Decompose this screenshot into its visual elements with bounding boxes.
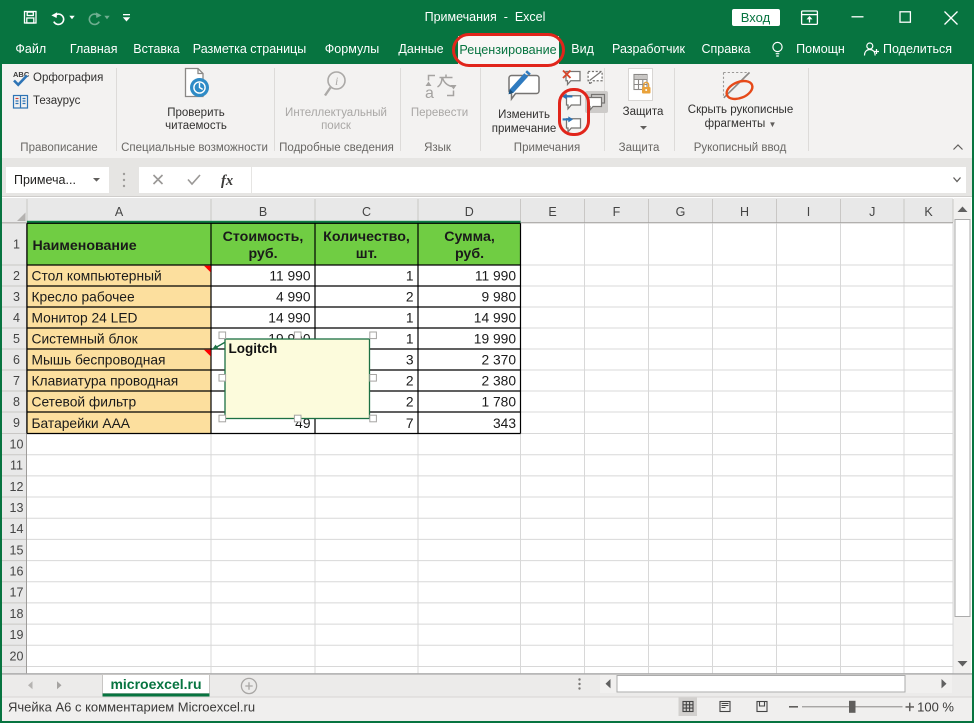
svg-text:20: 20 (10, 649, 24, 663)
svg-text:11 990: 11 990 (475, 269, 517, 284)
svg-text:i: i (335, 74, 338, 88)
svg-text:14 990: 14 990 (268, 311, 311, 326)
svg-text:руб.: руб. (455, 246, 484, 262)
svg-text:100 %: 100 % (917, 700, 954, 715)
svg-text:17: 17 (10, 586, 24, 600)
svg-text:13: 13 (10, 501, 24, 515)
svg-text:1: 1 (406, 311, 414, 326)
svg-text:14: 14 (10, 522, 24, 536)
svg-text:1: 1 (406, 269, 414, 284)
svg-text:A: A (115, 205, 124, 219)
svg-text:2: 2 (406, 290, 414, 305)
svg-text:F: F (613, 205, 621, 219)
svg-text:9 980: 9 980 (481, 290, 516, 305)
svg-text:15: 15 (10, 543, 24, 557)
svg-text:19: 19 (10, 628, 24, 642)
svg-text:H: H (740, 205, 749, 219)
svg-text:2: 2 (406, 374, 414, 389)
svg-text:Системный блок: Системный блок (32, 332, 139, 347)
svg-text:4 990: 4 990 (276, 290, 311, 305)
svg-text:Наименование: Наименование (33, 238, 137, 254)
svg-text:J: J (869, 205, 875, 219)
svg-text:Клавиатура проводная: Клавиатура проводная (32, 374, 179, 389)
svg-text:10: 10 (10, 438, 24, 452)
svg-text:2: 2 (13, 269, 20, 283)
svg-text:11 990: 11 990 (269, 269, 311, 284)
svg-text:K: K (924, 205, 933, 219)
svg-text:Ячейка A6 с комментарием Micro: Ячейка A6 с комментарием Microexcel.ru (8, 700, 255, 715)
svg-text:1: 1 (13, 238, 20, 252)
svg-text:3: 3 (13, 290, 20, 304)
svg-text:12: 12 (10, 480, 24, 494)
svg-text:18: 18 (10, 607, 24, 621)
svg-text:C: C (362, 205, 371, 219)
svg-text:а: а (425, 85, 434, 102)
svg-text:руб.: руб. (248, 246, 277, 262)
svg-text:1 780: 1 780 (481, 395, 516, 410)
svg-text:2 380: 2 380 (481, 374, 516, 389)
svg-text:E: E (548, 205, 556, 219)
svg-text:2: 2 (406, 395, 414, 410)
svg-text:5: 5 (13, 332, 20, 346)
svg-text:Количество,: Количество, (323, 229, 410, 245)
svg-text:fx: fx (221, 173, 233, 189)
svg-text:Мышь беспроводная: Мышь беспроводная (32, 353, 166, 368)
svg-text:2 370: 2 370 (481, 353, 516, 368)
svg-text:11: 11 (10, 459, 23, 473)
svg-text:Монитор 24 LED: Монитор 24 LED (32, 311, 138, 326)
svg-text:microexcel.ru: microexcel.ru (110, 676, 201, 692)
svg-text:343: 343 (493, 416, 516, 431)
svg-text:7: 7 (13, 374, 20, 388)
svg-text:4: 4 (13, 311, 20, 325)
svg-text:I: I (807, 205, 810, 219)
svg-text:G: G (676, 205, 686, 219)
svg-text:9: 9 (13, 416, 20, 430)
svg-text:Кресло рабочее: Кресло рабочее (32, 290, 135, 305)
svg-text:Стол компьютерный: Стол компьютерный (32, 269, 162, 284)
svg-text:Сетевой фильтр: Сетевой фильтр (32, 395, 137, 410)
svg-text:8: 8 (13, 395, 20, 409)
svg-text:16: 16 (10, 565, 24, 579)
svg-text:ABC: ABC (13, 70, 30, 79)
svg-text:B: B (259, 205, 267, 219)
svg-text:Logitch: Logitch (229, 341, 278, 356)
svg-text:6: 6 (13, 353, 20, 367)
svg-text:Батарейки ААА: Батарейки ААА (32, 416, 131, 431)
svg-text:D: D (465, 205, 474, 219)
svg-text:7: 7 (406, 416, 414, 431)
svg-text:3: 3 (406, 353, 414, 368)
svg-text:14 990: 14 990 (474, 311, 517, 326)
svg-text:шт.: шт. (356, 246, 377, 262)
svg-text:Сумма,: Сумма, (444, 229, 495, 245)
svg-text:19 990: 19 990 (474, 332, 517, 347)
svg-text:Стоимость,: Стоимость, (223, 229, 304, 245)
svg-text:1: 1 (406, 332, 414, 347)
